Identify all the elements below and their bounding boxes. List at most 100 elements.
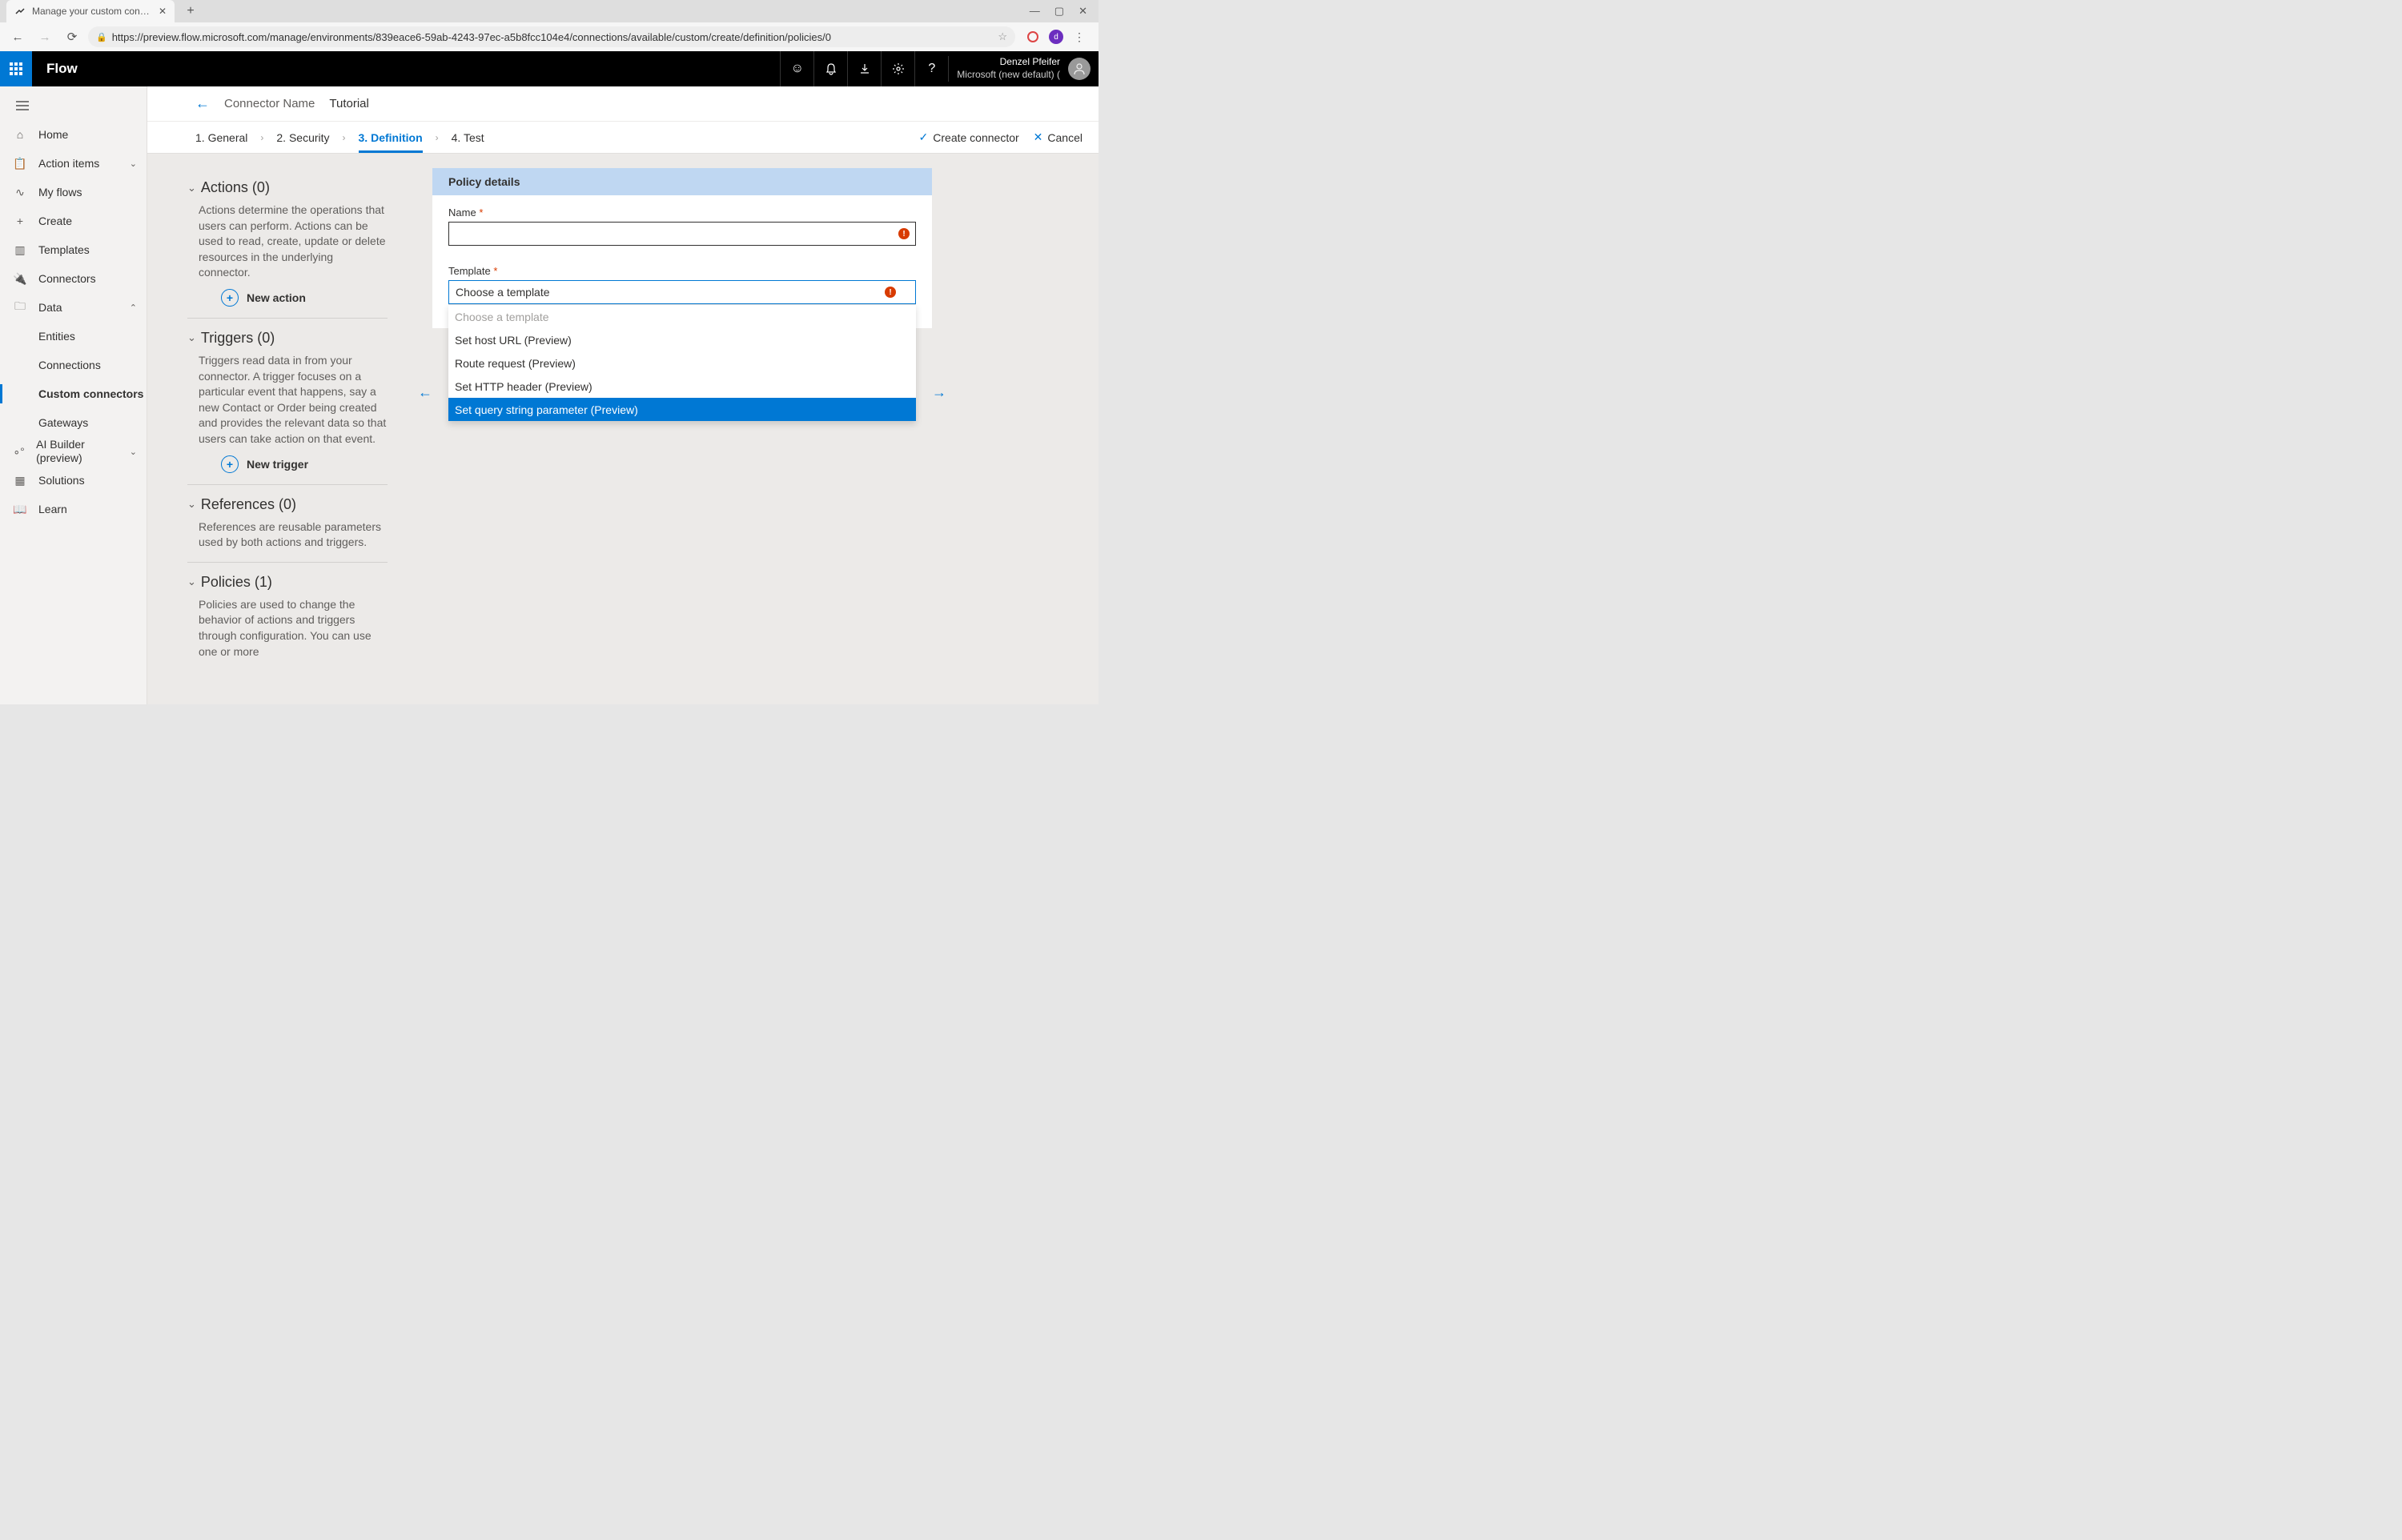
next-arrow-button[interactable]: → bbox=[932, 384, 946, 401]
chevron-right-icon: › bbox=[343, 132, 346, 143]
dropdown-option[interactable]: Set host URL (Preview) bbox=[448, 328, 916, 351]
template-icon: ▥ bbox=[13, 243, 27, 257]
dropdown-option[interactable]: Set HTTP header (Preview) bbox=[448, 375, 916, 398]
sidebar-item-connectors[interactable]: 🔌Connectors bbox=[0, 264, 147, 293]
window-maximize-icon[interactable]: ▢ bbox=[1054, 5, 1064, 18]
sidebar-item-label: Solutions bbox=[38, 474, 85, 487]
window-close-icon[interactable]: ✕ bbox=[1078, 5, 1087, 18]
sidebar-item-label: Entities bbox=[38, 330, 75, 343]
app-launcher-button[interactable] bbox=[0, 51, 32, 86]
sidebar-item-my-flows[interactable]: ∿My flows bbox=[0, 178, 147, 207]
template-select[interactable]: Choose a template ! ▾ bbox=[448, 280, 916, 304]
sidebar-item-label: Templates bbox=[38, 243, 90, 256]
step-test[interactable]: 4. Test bbox=[452, 131, 484, 144]
sidebar-item-ai-builder[interactable]: ∘°AI Builder (preview)⌄ bbox=[0, 437, 147, 466]
user-name: Denzel Pfeifer bbox=[957, 56, 1060, 69]
star-icon[interactable]: ☆ bbox=[998, 30, 1007, 43]
extension-icon[interactable] bbox=[1025, 29, 1041, 45]
sidebar-toggle-button[interactable] bbox=[0, 91, 147, 120]
plus-circle-icon: + bbox=[221, 455, 239, 473]
download-icon[interactable] bbox=[847, 51, 881, 86]
check-icon: ✓ bbox=[919, 130, 929, 144]
section-title: Policies (1) bbox=[201, 574, 272, 591]
sidebar-item-create[interactable]: +Create bbox=[0, 207, 147, 235]
cancel-button[interactable]: ✕Cancel bbox=[1034, 130, 1083, 144]
step-definition[interactable]: 3. Definition bbox=[359, 131, 423, 153]
connector-label: Connector Name bbox=[224, 97, 315, 110]
app-name: Flow bbox=[46, 61, 78, 77]
chevron-down-icon: ⌄ bbox=[187, 182, 196, 195]
url-text: https://preview.flow.microsoft.com/manag… bbox=[112, 31, 994, 43]
browser-tab[interactable]: Manage your custom connectors ✕ bbox=[6, 0, 175, 22]
sidebar-item-gateways[interactable]: Gateways bbox=[0, 408, 147, 437]
back-button[interactable]: ← bbox=[195, 95, 210, 112]
sidebar-item-label: Learn bbox=[38, 503, 67, 515]
sidebar-item-label: Action items bbox=[38, 157, 99, 170]
section-desc: Policies are used to change the behavior… bbox=[187, 597, 388, 660]
template-dropdown: Choose a template Set host URL (Preview)… bbox=[448, 304, 916, 421]
new-action-button[interactable]: +New action bbox=[187, 289, 388, 307]
step-general[interactable]: 1. General bbox=[195, 131, 247, 144]
sidebar: ⌂Home 📋 Action items ⌄ ∿My flows +Create ▥… bbox=[0, 86, 147, 704]
new-trigger-button[interactable]: +New trigger bbox=[187, 455, 388, 473]
prev-arrow-button[interactable]: ← bbox=[418, 384, 432, 401]
notifications-icon[interactable] bbox=[813, 51, 847, 86]
sidebar-item-label: Connectors bbox=[38, 272, 96, 285]
user-menu[interactable]: Denzel Pfeifer Microsoft (new default) ( bbox=[948, 56, 1099, 81]
sidebar-item-label: Custom connectors bbox=[38, 387, 143, 400]
sidebar-item-connections[interactable]: Connections bbox=[0, 351, 147, 379]
policy-details-header: Policy details bbox=[432, 168, 932, 195]
browser-menu-icon[interactable]: ⋮ bbox=[1071, 29, 1087, 45]
section-title: References (0) bbox=[201, 496, 296, 513]
sidebar-item-action-items[interactable]: 📋 Action items ⌄ bbox=[0, 149, 147, 178]
sidebar-item-data[interactable]: 🗀Data⌃ bbox=[0, 293, 147, 322]
section-title: Triggers (0) bbox=[201, 330, 275, 347]
section-references-toggle[interactable]: ⌄ References (0) bbox=[187, 496, 388, 513]
lock-icon: 🔒 bbox=[96, 32, 107, 42]
section-desc: Actions determine the operations that us… bbox=[187, 203, 388, 281]
chevron-down-icon: ⌄ bbox=[187, 498, 196, 511]
chevron-down-icon: ⌄ bbox=[187, 331, 196, 344]
data-icon: 🗀 bbox=[13, 298, 27, 317]
dropdown-option[interactable]: Route request (Preview) bbox=[448, 351, 916, 375]
template-field-label: Template * bbox=[448, 265, 916, 277]
sidebar-item-learn[interactable]: 📖Learn bbox=[0, 495, 147, 523]
clipboard-icon: 📋 bbox=[13, 157, 27, 170]
window-minimize-icon[interactable]: — bbox=[1030, 5, 1040, 18]
create-connector-button[interactable]: ✓Create connector bbox=[919, 130, 1019, 144]
sidebar-item-solutions[interactable]: ▦Solutions bbox=[0, 466, 147, 495]
address-bar[interactable]: 🔒 https://preview.flow.microsoft.com/man… bbox=[88, 26, 1015, 47]
section-desc: Triggers read data in from your connecto… bbox=[187, 353, 388, 447]
user-avatar-icon bbox=[1068, 58, 1091, 80]
sidebar-item-templates[interactable]: ▥ Templates bbox=[0, 235, 147, 264]
sidebar-item-custom-connectors[interactable]: Custom connectors bbox=[0, 379, 147, 408]
section-triggers-toggle[interactable]: ⌄ Triggers (0) bbox=[187, 330, 388, 347]
sidebar-item-entities[interactable]: Entities bbox=[0, 322, 147, 351]
chevron-right-icon: › bbox=[436, 132, 439, 143]
chevron-down-icon: ⌄ bbox=[130, 447, 137, 457]
plus-circle-icon: + bbox=[221, 289, 239, 307]
step-security[interactable]: 2. Security bbox=[276, 131, 329, 144]
section-actions-toggle[interactable]: ⌄Actions (0) bbox=[187, 179, 388, 196]
settings-icon[interactable] bbox=[881, 51, 914, 86]
nav-back-button[interactable]: ← bbox=[6, 26, 29, 48]
nav-reload-button[interactable]: ⟳ bbox=[61, 26, 83, 48]
profile-avatar[interactable]: d bbox=[1049, 30, 1063, 44]
sidebar-item-label: My flows bbox=[38, 186, 82, 199]
name-input[interactable] bbox=[448, 222, 916, 246]
chevron-down-icon: ⌄ bbox=[130, 158, 137, 169]
tab-close-icon[interactable]: ✕ bbox=[159, 6, 167, 17]
sidebar-item-home[interactable]: ⌂Home bbox=[0, 120, 147, 149]
section-policies-toggle[interactable]: ⌄Policies (1) bbox=[187, 574, 388, 591]
sidebar-item-label: Create bbox=[38, 215, 72, 227]
sidebar-item-label: AI Builder (preview) bbox=[36, 438, 118, 465]
help-icon[interactable]: ? bbox=[914, 51, 948, 86]
dropdown-option[interactable]: Set query string parameter (Preview) bbox=[448, 398, 916, 421]
error-icon: ! bbox=[898, 228, 910, 239]
home-icon: ⌂ bbox=[13, 128, 27, 141]
dropdown-option-placeholder[interactable]: Choose a template bbox=[448, 305, 916, 328]
feedback-icon[interactable]: ☺ bbox=[780, 51, 813, 86]
tenant-name: Microsoft (new default) ( bbox=[957, 69, 1060, 82]
tab-title: Manage your custom connectors bbox=[32, 6, 152, 17]
new-tab-button[interactable]: + bbox=[181, 2, 200, 21]
